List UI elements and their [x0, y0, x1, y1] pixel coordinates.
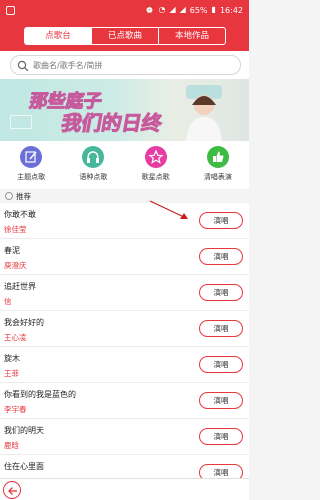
search-placeholder: 歌曲名/歌手名/简拼	[33, 61, 103, 70]
recommend-header: 推荐	[0, 189, 249, 203]
back-button[interactable]	[3, 481, 21, 499]
quick-menu: 主题点歌 语种点歌 歌星点歌 清唱表演	[0, 141, 249, 189]
banner-title-line2: 我们的日终	[59, 111, 164, 136]
list-item[interactable]: 追赶世界 信 演唱	[0, 275, 249, 311]
signal-icon: ◢	[169, 5, 176, 14]
search-icon	[17, 60, 29, 72]
quick-item-singer[interactable]: 歌星点歌	[125, 141, 187, 189]
quick-label-acapella: 清唱表演	[203, 173, 232, 181]
clock: 16:42	[219, 5, 243, 15]
sing-button[interactable]: 演唱	[199, 212, 243, 229]
signal-icon-2: ◢	[179, 5, 186, 14]
pencil-icon	[20, 146, 43, 168]
song-name: 我们的明天	[4, 426, 44, 435]
thumbs-up-icon	[206, 146, 229, 168]
banner-person-image	[186, 85, 222, 141]
banner-decoration	[10, 115, 32, 129]
tab-local-works[interactable]: 本地作品	[158, 28, 225, 44]
list-item[interactable]: 我们的明天 鹿晗 演唱	[0, 419, 249, 455]
song-name: 我会好好的	[4, 318, 44, 327]
sing-button[interactable]: 演唱	[199, 464, 243, 478]
list-item[interactable]: 住在心里面 演唱	[0, 455, 249, 478]
app-header: 点歌台 已点歌曲 本地作品	[0, 21, 249, 51]
wifi-icon: ◔	[158, 5, 166, 14]
sing-button[interactable]: 演唱	[199, 428, 243, 445]
alarm-icon: ⏰	[144, 5, 155, 14]
singer-name[interactable]: 徐佳莹	[4, 224, 27, 235]
search-input[interactable]: 歌曲名/歌手名/简拼	[10, 55, 241, 75]
check-circle-icon	[5, 192, 13, 200]
quick-item-acapella[interactable]: 清唱表演	[187, 141, 249, 189]
quick-label-theme: 主题点歌	[17, 173, 46, 181]
quick-label-singer: 歌星点歌	[141, 173, 170, 181]
quick-item-theme[interactable]: 主题点歌	[0, 141, 62, 189]
tab-requested-songs[interactable]: 已点歌曲	[91, 28, 158, 44]
status-bar: ⏰ ◔ ◢ ◢ 65% ▮ 16:42	[0, 0, 249, 21]
song-name: 旋木	[4, 354, 20, 363]
promo-banner[interactable]: 那些庭子 我们的日终	[0, 79, 249, 141]
battery-percent: 65%	[189, 5, 208, 15]
singer-name[interactable]: 王心凌	[4, 332, 27, 343]
notification-icon	[6, 6, 15, 15]
singer-name[interactable]: 信	[4, 296, 12, 307]
song-name: 你看到的我是蓝色的	[4, 390, 76, 399]
sing-button[interactable]: 演唱	[199, 356, 243, 373]
arrow-left-icon	[8, 487, 17, 495]
list-item[interactable]: 我会好好的 王心凌 演唱	[0, 311, 249, 347]
quick-item-language[interactable]: 语种点歌	[62, 141, 124, 189]
singer-name[interactable]: 王菲	[4, 368, 19, 379]
list-item[interactable]: 你敢不敢 徐佳莹 演唱	[0, 203, 249, 239]
singer-name[interactable]: 李宇春	[4, 404, 27, 415]
tab-song-station[interactable]: 点歌台	[25, 28, 91, 44]
list-item[interactable]: 你看到的我是蓝色的 李宇春 演唱	[0, 383, 249, 419]
quick-label-language: 语种点歌	[79, 173, 108, 181]
bottom-bar	[0, 478, 249, 500]
sing-button[interactable]: 演唱	[199, 284, 243, 301]
sing-button[interactable]: 演唱	[199, 320, 243, 337]
song-name: 住在心里面	[4, 462, 44, 471]
headphones-icon	[82, 146, 105, 168]
sing-button[interactable]: 演唱	[199, 248, 243, 265]
sing-button[interactable]: 演唱	[199, 392, 243, 409]
tab-bar: 点歌台 已点歌曲 本地作品	[24, 27, 226, 45]
search-area: 歌曲名/歌手名/简拼	[0, 51, 249, 79]
list-item[interactable]: 旋木 王菲 演唱	[0, 347, 249, 383]
star-icon	[144, 146, 167, 168]
recommend-title: 推荐	[16, 192, 31, 201]
song-name: 春泥	[4, 246, 20, 255]
status-icons: ⏰ ◔ ◢ ◢ 65% ▮ 16:42	[144, 5, 243, 15]
singer-name[interactable]: 鹿晗	[4, 440, 19, 451]
list-item[interactable]: 春泥 庾澄庆 演唱	[0, 239, 249, 275]
song-list: 你敢不敢 徐佳莹 演唱 春泥 庾澄庆 演唱 追赶世界 信 演唱 我会好好的 王心…	[0, 203, 249, 478]
battery-icon: ▮	[211, 5, 216, 14]
singer-name[interactable]: 庾澄庆	[4, 260, 27, 271]
song-name: 追赶世界	[4, 282, 36, 291]
song-name: 你敢不敢	[4, 210, 36, 219]
